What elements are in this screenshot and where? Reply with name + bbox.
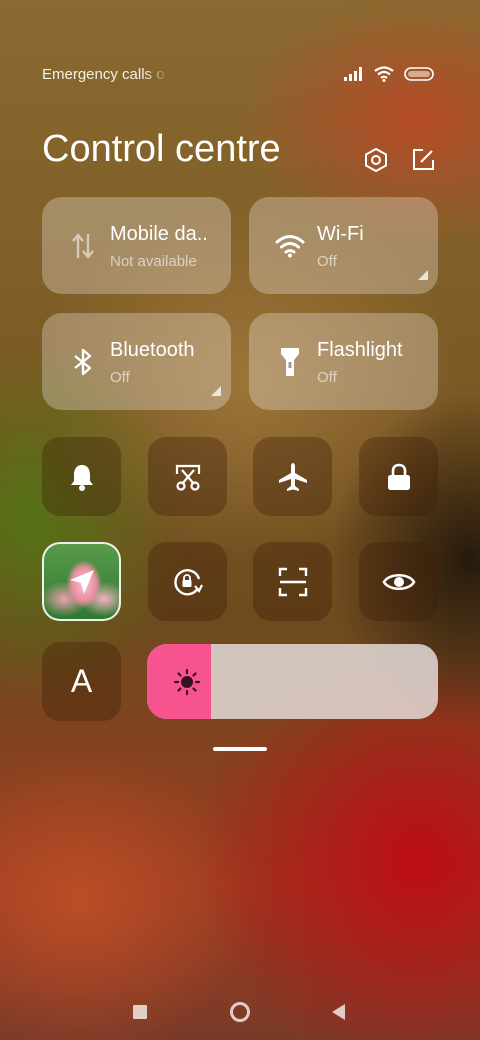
page-title: Control centre <box>42 128 281 170</box>
lock-icon <box>387 463 410 490</box>
settings-button[interactable] <box>362 146 390 174</box>
rotation-lock-icon <box>173 568 203 595</box>
toggle-location[interactable] <box>42 542 121 621</box>
expand-corner-icon[interactable] <box>211 386 221 396</box>
edit-button[interactable] <box>409 146 437 174</box>
back-triangle-icon <box>331 1004 345 1020</box>
carrier-text: Emergency calls o <box>42 66 165 83</box>
tile-status: Not available <box>110 253 197 270</box>
home-circle-icon <box>230 1002 250 1022</box>
mobile-data-icon <box>68 231 98 261</box>
brightness-slider[interactable] <box>147 644 438 719</box>
tile-mobile-data[interactable]: Mobile da.. Not available <box>42 197 231 294</box>
location-icon <box>69 569 94 594</box>
pull-handle[interactable] <box>213 747 267 751</box>
wifi-icon <box>275 231 305 261</box>
navigation-bar <box>0 996 480 1028</box>
wifi-icon <box>374 66 394 82</box>
toggle-screenshot[interactable] <box>148 437 227 516</box>
tile-label: Wi-Fi <box>317 223 364 245</box>
sun-icon <box>173 668 201 696</box>
eye-icon <box>382 573 415 590</box>
tile-label: Bluetooth <box>110 339 195 361</box>
recents-button[interactable] <box>124 996 156 1028</box>
toggle-rotation-lock[interactable] <box>148 542 227 621</box>
tile-label: Flashlight <box>317 339 403 361</box>
tile-bluetooth[interactable]: Bluetooth Off <box>42 313 231 410</box>
bluetooth-icon <box>68 347 98 377</box>
status-bar: Emergency calls o <box>42 66 434 86</box>
font-size-label: A <box>70 663 93 699</box>
back-button[interactable] <box>322 996 354 1028</box>
screenshot-scissors-icon <box>175 464 200 491</box>
signal-bars-icon <box>344 67 362 81</box>
tile-label: Mobile da.. <box>110 223 208 245</box>
tile-flashlight[interactable]: Flashlight Off <box>249 313 438 410</box>
font-size-button[interactable]: A <box>42 642 121 721</box>
scan-icon <box>278 567 307 596</box>
toggle-airplane[interactable] <box>253 437 332 516</box>
tile-wifi[interactable]: Wi-Fi Off <box>249 197 438 294</box>
airplane-icon <box>278 462 307 491</box>
toggle-lock[interactable] <box>359 437 438 516</box>
battery-icon <box>404 67 434 81</box>
bell-icon <box>70 464 93 491</box>
tile-status: Off <box>110 369 130 386</box>
home-button[interactable] <box>224 996 256 1028</box>
edit-icon <box>413 149 434 170</box>
tile-status: Off <box>317 369 337 386</box>
tile-status: Off <box>317 253 337 270</box>
toggle-reading-mode[interactable] <box>359 542 438 621</box>
toggle-scanner[interactable] <box>253 542 332 621</box>
recents-square-icon <box>133 1005 147 1019</box>
toggle-sound[interactable] <box>42 437 121 516</box>
expand-corner-icon[interactable] <box>418 270 428 280</box>
flashlight-icon <box>275 347 305 377</box>
settings-hexagon-icon <box>365 147 387 173</box>
